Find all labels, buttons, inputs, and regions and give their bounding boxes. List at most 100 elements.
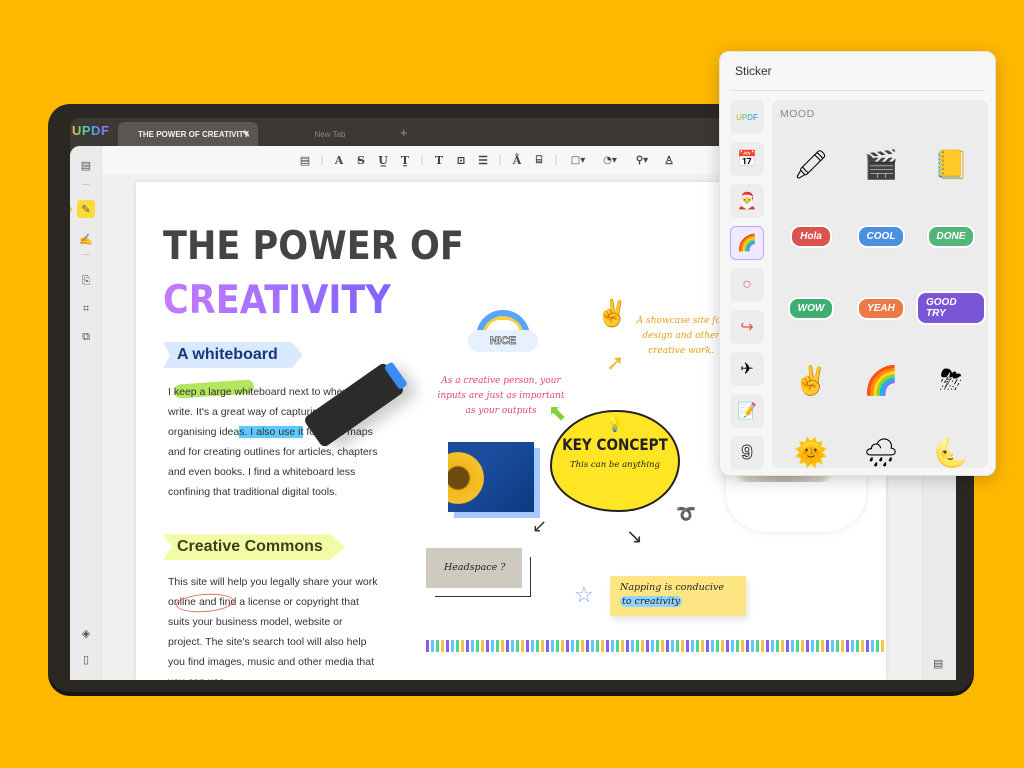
shape-icon[interactable]: □▾ [562,155,594,166]
category-note[interactable]: 📝 [730,394,764,428]
sticker-moon[interactable]: 🌜 [916,416,986,488]
title-line-2: CREATIVITY [163,274,464,328]
sticker-icon[interactable]: ◔▾ [594,155,626,166]
paragraph-creative-commons: This site will help you legally share yo… [168,576,378,680]
category-arrow[interactable]: ↪ [730,310,764,344]
rail-divider [82,184,90,185]
category-circle[interactable]: ○ [730,268,764,302]
title-line-1: THE POWER OF [163,224,464,269]
left-rail: ▤ ✎ ✍ ⎘ ⌗ ⧉ ◈ ▯ [70,146,102,680]
star-sticker[interactable]: ☆ [574,582,594,608]
reader-icon[interactable]: ▤ [77,156,95,174]
toolbar-divider: | [554,154,558,166]
napping-line-2: to creativity [620,596,683,607]
tab-new-tab[interactable]: New Tab [260,122,400,146]
napping-sticky-note[interactable]: Napping is conducive to creativity [610,576,746,616]
rain-cloud-icon: 🌧 [863,436,899,468]
comment-list-icon[interactable]: ▤ [933,657,943,670]
peace-icon: ✌️ [793,364,829,396]
sticker-label: YEAH [857,296,905,320]
key-concept-subtitle: This can be anything [570,460,660,470]
category-number[interactable]: 9 [730,436,764,470]
blue-highlight-annotation[interactable]: s. I also use it [239,426,304,438]
loop-arrow-icon[interactable]: ➰ [676,504,696,524]
nice-rainbow-sticker[interactable]: NICE [468,310,538,354]
sticker-wow[interactable]: WOW [776,272,846,344]
bookmark-icon[interactable]: ▯ [77,650,95,668]
sticker-panel-title: Sticker [735,64,772,78]
sticker-highlighter[interactable]: 🖍 [776,128,846,200]
sticker-categories: UPDF 📅 🎅 🌈 ○ ↪ ✈ 📝 9 [730,100,768,478]
category-mood[interactable]: 🌈 [730,226,764,260]
category-title: MOOD [780,108,815,120]
pencil-icon[interactable]: Å [506,154,528,167]
decorative-stripes [426,640,886,652]
text-icon[interactable]: T [428,154,450,167]
sticker-hola[interactable]: Hola [776,200,846,272]
sticker-rain-cloud[interactable]: 🌧 [846,416,916,488]
sticker-peace[interactable]: ✌️ [776,344,846,416]
behind-scenes-icon: 🎬 [863,148,899,180]
headspace-note[interactable]: Headspace ? [426,548,522,588]
tab-the-power-of-creativity[interactable]: THE POWER OF CREATIVITY ✎ [118,122,258,146]
sticker-behind-scenes[interactable]: 🎬 [846,128,916,200]
section-heading-creative-commons: Creative Commons [163,534,345,560]
storm-cloud-icon: ⛈ [939,363,963,395]
sticker-good-try[interactable]: GOOD TRY [916,272,986,344]
nice-label: NICE [468,330,538,352]
sticker-done[interactable]: DONE [916,200,986,272]
sun-icon: 🌞 [793,436,829,468]
tab-label: THE POWER OF CREATIVITY [138,129,249,139]
yellow-arrow-icon[interactable]: ➚ [606,350,624,376]
category-updf[interactable]: UPDF [730,100,764,134]
orange-handwritten-note[interactable]: A showcase site for design and other cre… [636,314,726,359]
lightbulb-icon: 💡 [606,416,624,432]
edit-icon[interactable]: ✎ [242,129,250,140]
sticker-label: Hola [790,224,832,248]
category-holiday[interactable]: 🎅 [730,184,764,218]
category-paper-plane[interactable]: ✈ [730,352,764,386]
key-concept-cloud[interactable]: 💡 KEY CONCEPT This can be anything [550,410,680,512]
sticker-label: WOW [787,296,835,320]
highlight-icon[interactable]: A [328,154,350,167]
category-calendar[interactable]: 📅 [730,142,764,176]
sticker-cool[interactable]: COOL [846,200,916,272]
updf-logo: UPDF [72,123,110,138]
toolbar-divider: | [320,154,324,166]
toolbar-divider: | [420,154,424,166]
strikethrough-icon[interactable]: S̶ [350,154,372,167]
curved-arrow-down-icon[interactable]: ↘ [626,524,643,549]
signature-icon[interactable]: ♙ [658,154,680,167]
sticker-items: 🖍 🎬 📒 Hola COOL DONE WOW YEAH GOOD TRY ✌️ 🌈 ⛈ 🌞 🌧 🌜 [776,128,986,488]
section-heading-whiteboard: A whiteboard [163,342,303,368]
squiggly-icon[interactable]: T̰ [394,154,416,167]
notepad-icon: 📒 [933,148,969,180]
organize-pages-icon[interactable]: ⎘ [77,272,95,290]
stamp-icon[interactable]: ⚲▾ [626,155,658,166]
sticker-grid: MOOD 🖍 🎬 📒 Hola COOL DONE WOW YEAH GOOD TRY ✌️ 🌈 ⛈ 🌞… [772,100,988,468]
sticker-storm-cloud[interactable]: ⛈ [916,344,986,416]
underline-icon[interactable]: U̲ [372,154,394,167]
tab-label: New Tab [314,129,346,139]
crop-icon[interactable]: ⌗ [77,300,95,318]
sticker-label: COOL [856,224,906,248]
edit-pdf-icon[interactable]: ✍ [77,230,95,248]
eraser-icon[interactable]: ⌸ [528,153,550,167]
convert-icon[interactable]: ⧉ [77,328,95,346]
sunflower-image[interactable] [448,442,534,512]
moon-icon: 🌜 [933,436,969,468]
comment-mode-icon[interactable]: ✎ [77,200,95,218]
pink-handwritten-note[interactable]: As a creative person, your inputs are ju… [436,374,566,419]
peace-hand-sticker[interactable]: ✌️ [596,298,628,329]
sticker-yeah[interactable]: YEAH [846,272,916,344]
sticker-nice-rainbow[interactable]: 🌈 [846,344,916,416]
curved-arrow-left-icon[interactable]: ↙ [532,516,547,537]
updf-logo-icon: UPDF [736,112,758,122]
sticker-sun[interactable]: 🌞 [776,416,846,488]
sticker-notepad[interactable]: 📒 [916,128,986,200]
add-tab-icon[interactable]: + [400,125,408,140]
layers-icon[interactable]: ◈ [77,624,95,642]
note-icon[interactable]: ▤ [294,154,316,167]
textbox-icon[interactable]: ⊡ [450,154,472,167]
text-callout-icon[interactable]: ☰ [472,154,494,167]
